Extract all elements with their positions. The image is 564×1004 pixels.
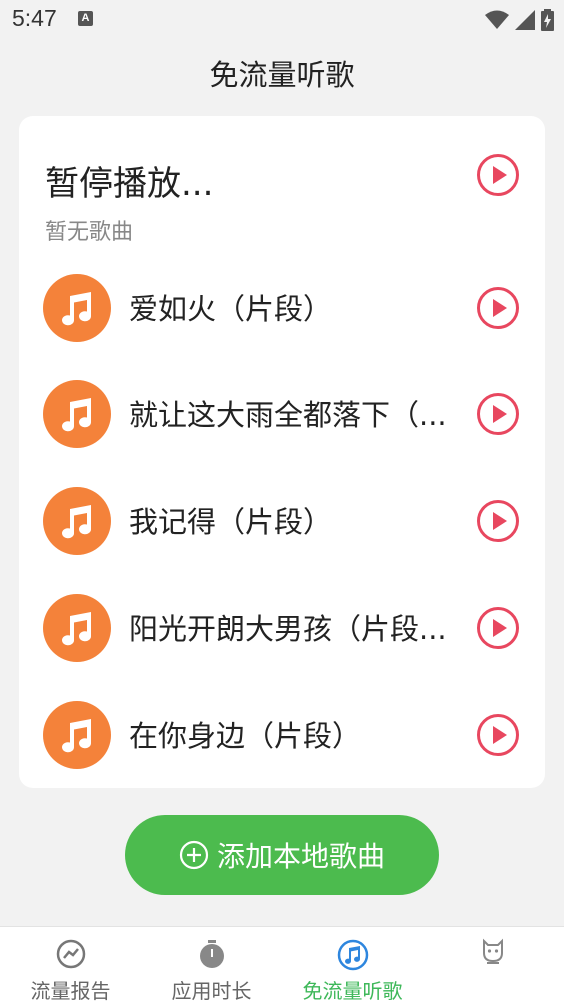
song-title: 爱如火（片段）	[129, 292, 333, 326]
song-row[interactable]: 就让这大雨全都落下（...	[19, 376, 545, 482]
music-note-icon	[62, 292, 92, 326]
music-note-icon	[62, 398, 92, 432]
add-circle-icon	[179, 840, 209, 870]
page-title: 免流量听歌	[209, 58, 355, 92]
wifi-icon	[485, 10, 509, 29]
signal-icon	[515, 10, 535, 30]
song-play-button[interactable]	[476, 606, 520, 650]
now-playing-subtitle: 暂无歌曲	[45, 220, 134, 245]
nav-label: 免流量听歌	[302, 979, 403, 1003]
song-play-button[interactable]	[476, 392, 520, 436]
now-playing-title: 暂停播放...	[45, 164, 214, 204]
mascot-icon	[483, 938, 503, 964]
status-bar: 5:47 A	[0, 0, 564, 38]
song-avatar	[43, 380, 111, 448]
song-avatar	[43, 487, 111, 555]
song-title: 我记得（片段）	[129, 505, 333, 539]
nav-label: 应用时长	[171, 979, 252, 1003]
song-play-button[interactable]	[476, 286, 520, 330]
music-note-icon	[62, 505, 92, 539]
now-playing-play-button[interactable]	[476, 153, 520, 197]
song-play-button[interactable]	[476, 499, 520, 543]
playlist-card: 暂停播放... 暂无歌曲 爱如火（片段） 就让这大雨全都落下（... 我记得（片…	[19, 116, 545, 788]
status-time: 5:47	[12, 5, 57, 31]
nav-label: 流量报告	[30, 979, 111, 1003]
nav-free-music[interactable]: 免流量听歌	[282, 927, 423, 1004]
song-play-button[interactable]	[476, 713, 520, 757]
nav-traffic-report[interactable]: 流量报告	[0, 927, 141, 1004]
song-avatar	[43, 274, 111, 342]
status-icons	[485, 9, 554, 31]
music-note-icon	[62, 612, 92, 646]
song-title: 在你身边（片段）	[129, 719, 362, 753]
song-row[interactable]: 在你身边（片段）	[19, 697, 545, 788]
add-local-song-button[interactable]: 添加本地歌曲	[125, 815, 439, 895]
nav-app-usage[interactable]: 应用时长	[141, 927, 282, 1004]
chart-icon	[56, 939, 85, 969]
add-local-song-label: 添加本地歌曲	[216, 840, 385, 873]
music-note-icon	[337, 939, 368, 971]
song-row[interactable]: 我记得（片段）	[19, 483, 545, 589]
battery-icon	[541, 9, 554, 31]
song-title: 阳光开朗大男孩（片段...	[129, 612, 447, 646]
music-note-icon	[62, 719, 92, 753]
timer-icon	[199, 940, 224, 968]
song-avatar	[43, 701, 111, 769]
bottom-nav: 流量报告 应用时长 免流量听歌	[0, 926, 564, 1004]
nav-profile[interactable]	[423, 927, 564, 1004]
song-row[interactable]: 爱如火（片段）	[19, 270, 545, 376]
song-avatar	[43, 594, 111, 662]
song-title: 就让这大雨全都落下（...	[129, 398, 447, 432]
notification-a-icon: A	[78, 11, 93, 26]
song-row[interactable]: 阳光开朗大男孩（片段...	[19, 590, 545, 696]
